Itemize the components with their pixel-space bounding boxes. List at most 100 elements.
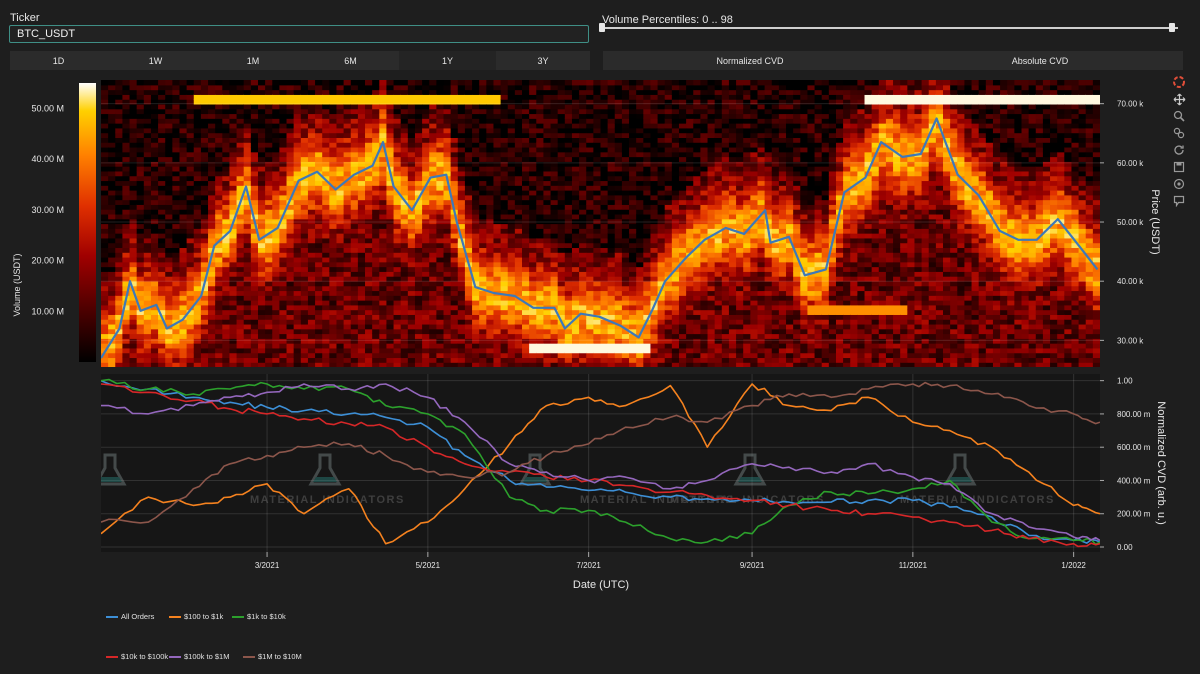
heatmap-cell <box>472 328 480 335</box>
heatmap-cell <box>464 113 473 119</box>
heatmap-cell <box>407 166 416 172</box>
heatmap-cell <box>257 309 266 315</box>
heatmap-cell <box>372 328 380 335</box>
heatmap-cell <box>222 300 231 306</box>
heatmap-cell <box>101 156 109 162</box>
hover-icon[interactable] <box>1171 194 1187 208</box>
heatmap-cell <box>450 142 459 148</box>
range-button-1y[interactable]: 1Y <box>399 51 496 70</box>
heatmap-cell <box>322 252 330 258</box>
heatmap-cell <box>343 347 352 354</box>
volume-percentiles-slider[interactable] <box>599 23 1178 32</box>
heatmap-cell <box>600 146 609 153</box>
heatmap-cell <box>564 319 573 325</box>
heatmap-cell <box>186 108 195 115</box>
heatmap-cell <box>257 290 266 296</box>
heatmap-cell <box>129 266 138 272</box>
heatmap-cell <box>400 290 409 296</box>
heatmap-cell <box>664 362 673 367</box>
heatmap-cell <box>493 290 502 296</box>
normalized-cvd-button[interactable]: Normalized CVD <box>603 51 897 70</box>
slider-max-handle[interactable] <box>1169 23 1175 32</box>
heatmap-cell <box>550 218 559 225</box>
heatmap-cell <box>293 161 302 167</box>
heatmap-cell <box>236 127 245 134</box>
heatmap-cell <box>222 319 231 325</box>
heatmap-cell <box>600 357 609 363</box>
heatmap-cell <box>522 252 530 258</box>
range-button-6m[interactable]: 6M <box>302 51 399 70</box>
download-icon[interactable] <box>1171 160 1187 174</box>
heatmap-cell <box>536 146 545 153</box>
range-button-3y[interactable]: 3Y <box>496 51 590 70</box>
ticker-input[interactable] <box>9 25 589 43</box>
heatmap-cell <box>629 204 637 210</box>
heatmap-cell <box>543 233 552 239</box>
pan-icon[interactable] <box>1171 92 1187 106</box>
heatmap-cell <box>357 199 366 205</box>
heatmap-cell <box>414 271 423 277</box>
heatmap-cell <box>607 84 616 91</box>
heatmap-cell <box>671 89 680 95</box>
slider-min-handle[interactable] <box>599 23 605 32</box>
heatmap-cell <box>115 204 124 210</box>
heatmap-cell <box>500 175 509 182</box>
heatmap-cell <box>450 252 459 258</box>
heatmap-cell <box>165 94 173 100</box>
heatmap-cell <box>286 300 295 306</box>
heatmap-cell <box>129 314 138 320</box>
heatmap-cell <box>229 108 238 115</box>
range-button-1d[interactable]: 1D <box>10 51 107 70</box>
heatmap-cell <box>315 142 323 148</box>
absolute-cvd-button[interactable]: Absolute CVD <box>897 51 1183 70</box>
range-button-1w[interactable]: 1W <box>107 51 204 70</box>
heatmap-cell <box>272 218 280 225</box>
heatmap-cell <box>586 323 594 330</box>
heatmap-cell <box>457 94 466 100</box>
heatmap-cell <box>414 352 423 359</box>
plotly-logo-icon[interactable] <box>1171 75 1187 89</box>
heatmap-cell <box>493 256 502 263</box>
heatmap-cell <box>422 123 430 129</box>
heatmap-cell <box>243 194 252 201</box>
heatmap-cell <box>586 123 594 129</box>
zoom-icon[interactable] <box>1171 109 1187 123</box>
heatmap-cell <box>514 295 523 301</box>
range-button-1m[interactable]: 1M <box>204 51 302 70</box>
heatmap-cell <box>514 237 523 244</box>
reset-icon[interactable] <box>1171 177 1187 191</box>
heatmap-cell <box>557 113 566 119</box>
heatmap-cell <box>407 170 416 177</box>
heatmap-cell <box>179 190 188 196</box>
heatmap-cell <box>686 333 694 339</box>
compare-icon[interactable] <box>1171 126 1187 140</box>
heatmap-cell <box>250 127 259 134</box>
heatmap-cell <box>493 213 502 220</box>
heatmap-cell <box>272 223 280 229</box>
heatmap-cell <box>186 271 195 277</box>
heatmap-cell <box>393 170 402 177</box>
heatmap-cell <box>329 304 338 311</box>
heatmap-cell <box>472 161 480 167</box>
heatmap-cell <box>643 170 652 177</box>
heatmap-cell <box>200 247 209 253</box>
heatmap-cell <box>143 146 152 153</box>
heatmap-cell <box>379 190 388 196</box>
heatmap-cell <box>429 213 437 220</box>
autoscale-icon[interactable] <box>1171 143 1187 157</box>
heatmap-cell <box>422 103 430 110</box>
heatmap-cell <box>322 228 330 234</box>
heatmap-cell <box>507 290 516 296</box>
heatmap-cell <box>172 209 181 215</box>
heatmap-cell <box>286 295 295 301</box>
heatmap-cell <box>657 233 666 239</box>
heatmap-cell <box>108 300 116 306</box>
heatmap-cell <box>172 156 181 162</box>
heatmap-cell <box>243 280 252 287</box>
heatmap-cell <box>514 190 523 196</box>
heatmap-cell <box>250 103 259 110</box>
heatmap-cell <box>172 252 181 258</box>
heatmap-cell <box>407 190 416 196</box>
heatmap-cell <box>429 261 437 268</box>
heatmap-cell <box>464 185 473 191</box>
